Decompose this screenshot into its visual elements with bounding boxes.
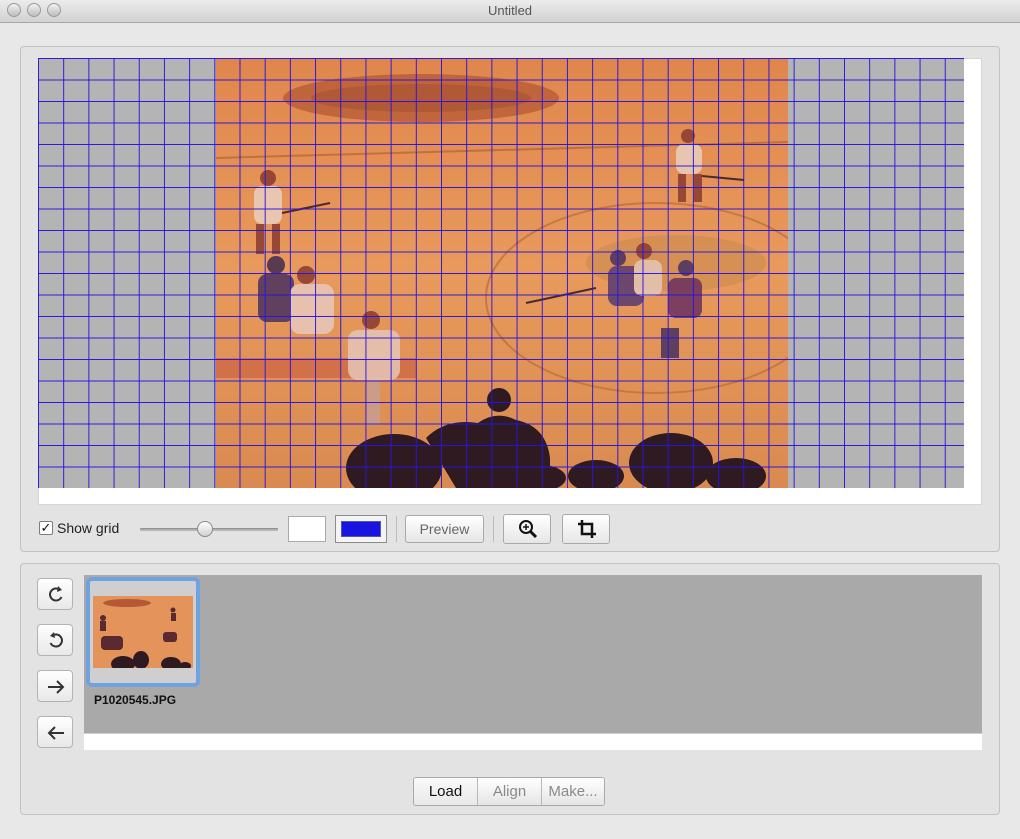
- thumbnail-filename[interactable]: P1020545.JPG: [94, 693, 176, 707]
- arrow-right-icon: [48, 680, 65, 694]
- mode-segmented-control[interactable]: Load Align Make...: [413, 777, 605, 806]
- next-arrow-button[interactable]: [37, 670, 73, 702]
- arrow-left-icon: [47, 726, 64, 740]
- rotate-clockwise-button[interactable]: [37, 578, 73, 610]
- image-canvas[interactable]: [38, 58, 964, 488]
- filmstrip[interactable]: [84, 575, 982, 733]
- grid-size-slider-knob[interactable]: [196, 521, 213, 537]
- rotate-clockwise-icon: [49, 586, 63, 602]
- zoom-in-button[interactable]: [503, 514, 551, 544]
- crop-icon: [578, 520, 596, 538]
- previous-arrow-button[interactable]: [37, 716, 73, 748]
- tab-align[interactable]: Align: [478, 778, 542, 805]
- rotate-counterclockwise-icon: [49, 632, 63, 648]
- grid-color-well[interactable]: [335, 515, 387, 543]
- title-bar: Untitled: [0, 0, 1020, 23]
- separator: [396, 516, 397, 542]
- thumbnail-photo: [93, 596, 193, 668]
- tab-make[interactable]: Make...: [542, 778, 604, 805]
- window-title: Untitled: [487, 3, 533, 18]
- zoom-in-icon: [519, 520, 538, 539]
- crop-button[interactable]: [562, 514, 610, 544]
- separator: [493, 516, 494, 542]
- filmstrip-scrollbar[interactable]: [84, 733, 982, 750]
- rotate-counterclockwise-button[interactable]: [37, 624, 73, 656]
- show-grid-label: Show grid: [57, 520, 120, 536]
- background-color-well[interactable]: [288, 516, 326, 542]
- photo-hockey-game: [216, 58, 788, 488]
- thumbnail-image[interactable]: [93, 596, 193, 668]
- tab-load[interactable]: Load: [414, 778, 478, 805]
- preview-button[interactable]: Preview: [405, 515, 484, 543]
- grid-color-swatch: [341, 521, 381, 537]
- show-grid-checkbox[interactable]: ✓: [39, 521, 53, 535]
